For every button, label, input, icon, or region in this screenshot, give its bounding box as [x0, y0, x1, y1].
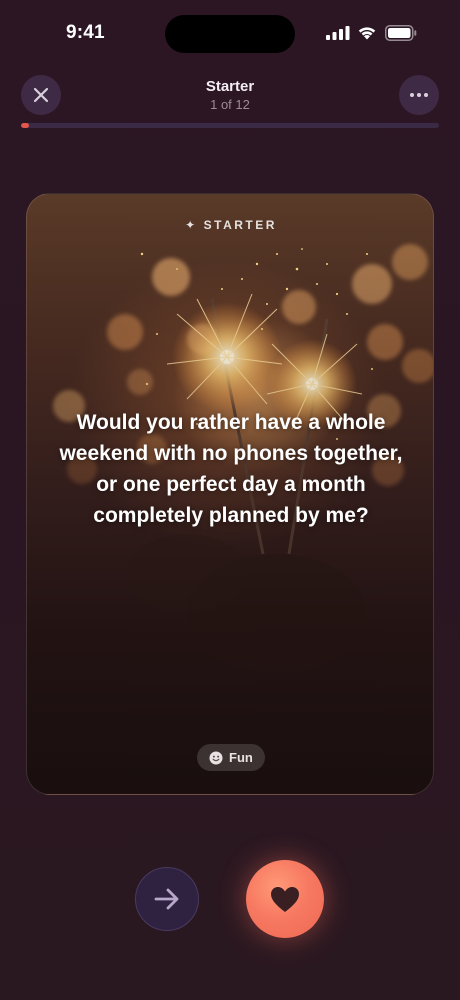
- mood-chip-label: Fun: [229, 750, 253, 765]
- sparkle-icon: ✦: [185, 218, 198, 232]
- battery-icon: [385, 25, 417, 41]
- card-category-tag: ✦ STARTER: [27, 218, 433, 232]
- page-title: Starter: [205, 78, 255, 95]
- dynamic-island: [165, 15, 295, 53]
- wifi-icon: [358, 27, 376, 40]
- more-icon: [410, 93, 428, 97]
- card-category-label: STARTER: [203, 218, 277, 232]
- progress-fill: [21, 123, 30, 128]
- header: Starter 1 of 12: [0, 70, 460, 120]
- like-button[interactable]: [246, 860, 324, 938]
- status-time: 9:41: [66, 22, 105, 43]
- more-button[interactable]: [399, 75, 439, 115]
- mood-chip: Fun: [197, 744, 265, 771]
- question-text: Would you rather have a whole weekend wi…: [59, 411, 403, 527]
- question-card[interactable]: ✦ STARTER Would you rather have a whole w…: [26, 193, 434, 795]
- heart-icon: [271, 886, 299, 912]
- progress-bar: [21, 123, 439, 128]
- signal-icon: [326, 26, 350, 40]
- page-counter: 1 of 12: [210, 97, 250, 112]
- skip-button[interactable]: [135, 867, 199, 931]
- arrow-right-icon: [154, 888, 179, 910]
- smiley-icon: [209, 751, 223, 764]
- status-bar: 9:41: [0, 0, 460, 60]
